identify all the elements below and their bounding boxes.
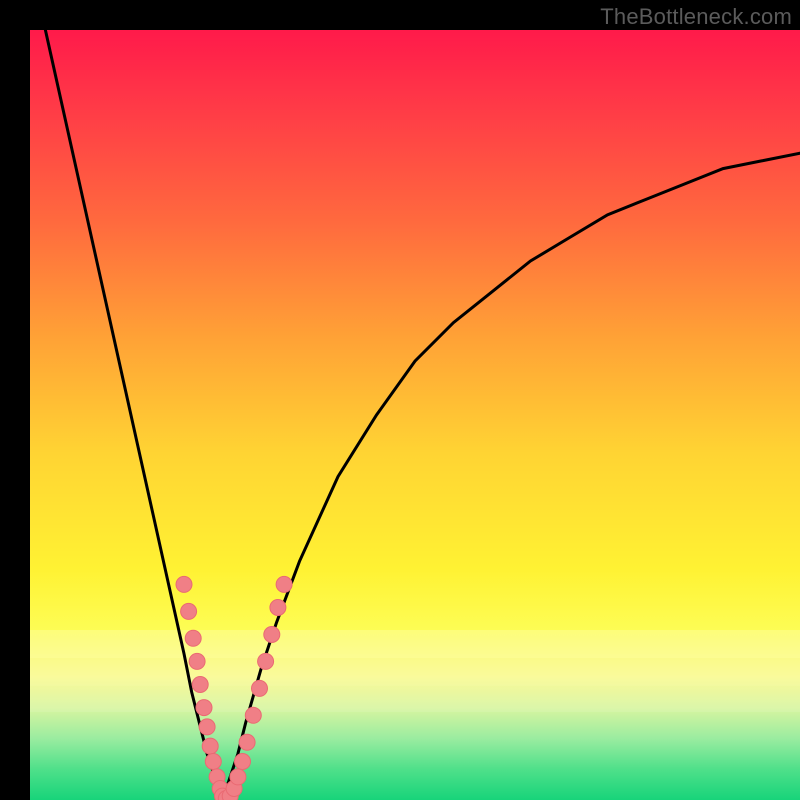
curve-marker bbox=[235, 754, 251, 770]
curve-marker bbox=[276, 576, 292, 592]
curve-marker bbox=[270, 600, 286, 616]
curve-marker bbox=[176, 576, 192, 592]
curve-marker bbox=[181, 603, 197, 619]
curve-marker bbox=[258, 653, 274, 669]
curve-marker bbox=[199, 719, 215, 735]
curve-marker bbox=[189, 653, 205, 669]
curve-marker bbox=[185, 630, 201, 646]
chart-svg bbox=[30, 30, 800, 800]
chart-frame bbox=[30, 30, 800, 800]
curve-right-branch bbox=[223, 153, 800, 800]
watermark-text: TheBottleneck.com bbox=[600, 4, 792, 30]
curve-group bbox=[45, 30, 800, 800]
curve-marker bbox=[245, 707, 261, 723]
curve-marker bbox=[192, 677, 208, 693]
curve-marker bbox=[205, 754, 221, 770]
chart-plot-area bbox=[30, 30, 800, 800]
curve-marker bbox=[230, 769, 246, 785]
curve-marker bbox=[202, 738, 218, 754]
curve-marker bbox=[264, 627, 280, 643]
curve-marker bbox=[252, 680, 268, 696]
curve-marker bbox=[196, 700, 212, 716]
curve-marker bbox=[239, 734, 255, 750]
